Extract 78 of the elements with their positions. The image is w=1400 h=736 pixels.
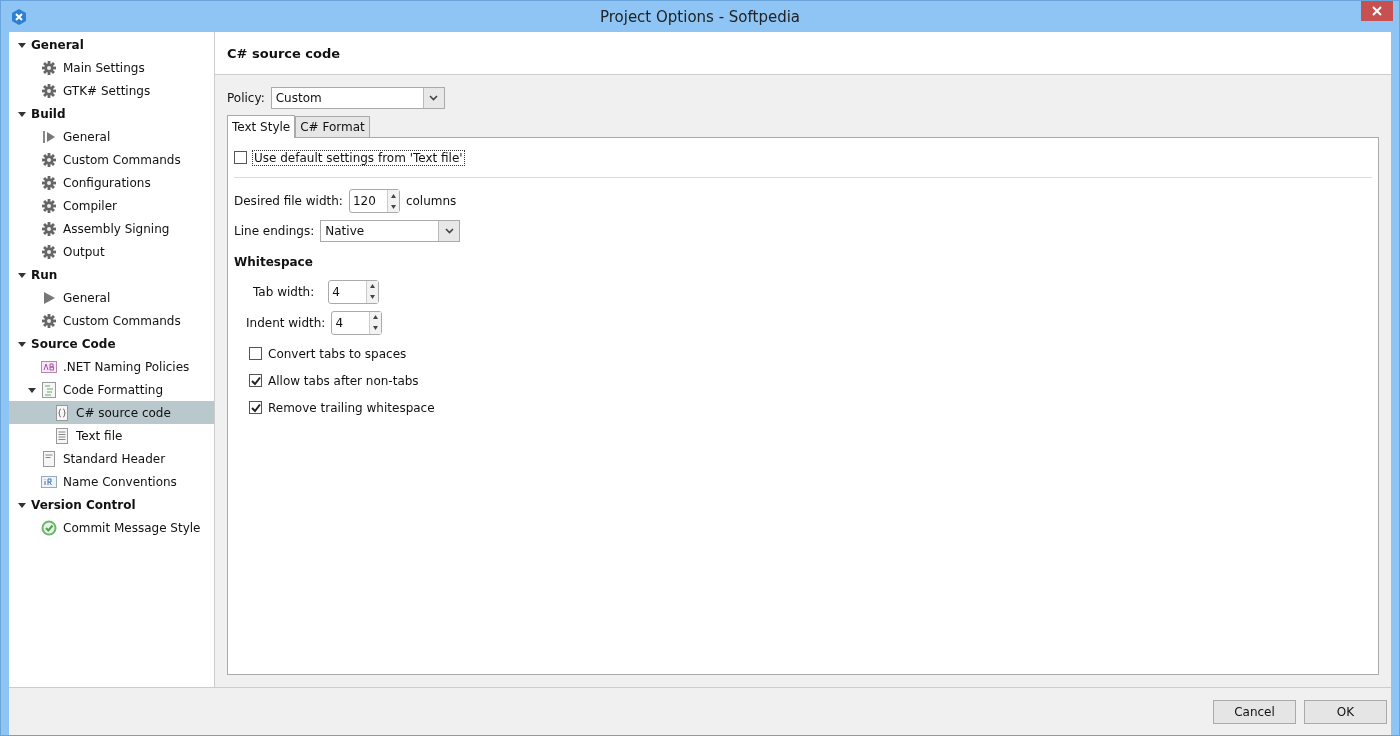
policy-label: Policy: (227, 91, 265, 105)
tree-item[interactable]: General (9, 286, 214, 309)
gear-icon (41, 82, 57, 99)
tree-item[interactable]: .NET Naming Policies (9, 355, 214, 378)
unit-label: columns (405, 194, 457, 208)
number-field[interactable]: 120 (348, 189, 400, 213)
window-title: Project Options - Softpedia (599, 7, 801, 26)
gear-icon (41, 174, 57, 191)
dialog-button[interactable]: Cancel (1213, 699, 1296, 724)
tree-item[interactable]: Name Conventions (9, 470, 214, 493)
checkbox[interactable] (249, 401, 262, 414)
play-icon (41, 289, 57, 306)
dropdown[interactable]: Custom (270, 87, 445, 109)
tree-item[interactable]: C# source code (9, 401, 214, 424)
checkbox[interactable] (234, 151, 247, 164)
field-label: Tab width: (253, 284, 315, 299)
field-label: Line endings: (234, 224, 315, 238)
tree-group[interactable]: Source Code (9, 332, 214, 355)
document-icon (41, 381, 57, 398)
gear-icon (41, 197, 57, 214)
checkbox-label[interactable]: Use default settings from 'Text file' (253, 150, 464, 165)
tree-item[interactable]: Assembly Signing (9, 217, 214, 240)
play-icon (41, 128, 57, 145)
checkbox[interactable] (249, 347, 262, 360)
field-label: Desired file width: (234, 194, 343, 208)
document-icon (41, 450, 57, 467)
field-label: Indent width: (246, 315, 326, 330)
up-arrow-icon[interactable] (373, 315, 379, 319)
dialog-button[interactable]: OK (1304, 699, 1387, 724)
number-field[interactable]: 4 (328, 279, 380, 304)
tree-item[interactable]: Code Formatting (9, 378, 214, 401)
gear-icon (41, 243, 57, 260)
text-icon (41, 358, 57, 375)
tree-group[interactable]: Build (9, 102, 214, 125)
checkbox-label[interactable]: Allow tabs after non-tabs (268, 373, 419, 388)
tree-item[interactable]: Commit Message Style (9, 516, 214, 539)
chevron-down-icon (444, 228, 454, 234)
page-title: C# source code (227, 45, 341, 61)
tree-item[interactable]: Configurations (9, 171, 214, 194)
tree-group[interactable]: Run (9, 263, 214, 286)
checkmark-icon (250, 375, 261, 386)
gear-icon (41, 220, 57, 237)
checkbox[interactable] (249, 374, 262, 387)
chevron-down-icon (429, 95, 439, 101)
tree-item[interactable]: Compiler (9, 194, 214, 217)
tree-item[interactable]: Standard Header (9, 447, 214, 470)
document-icon (54, 427, 70, 444)
close-button[interactable] (1361, 1, 1393, 21)
tab[interactable]: C# Format (295, 116, 370, 137)
tree-item[interactable]: Output (9, 240, 214, 263)
up-arrow-icon[interactable] (390, 193, 396, 198)
app-logo-icon (10, 7, 28, 26)
down-arrow-icon[interactable] (390, 204, 396, 209)
number-field[interactable]: 4 (331, 310, 383, 335)
tree-item[interactable]: Custom Commands (9, 309, 214, 332)
text-icon (41, 473, 57, 490)
tree-group[interactable]: General (9, 33, 214, 56)
gear-icon (41, 59, 57, 76)
check-circle-icon (41, 519, 57, 536)
tab[interactable]: Text Style (227, 115, 296, 138)
checkbox-label[interactable]: Remove trailing whitespace (268, 400, 435, 415)
tree-item[interactable]: Text file (9, 424, 214, 447)
gear-icon (41, 151, 57, 168)
section-heading: Whitespace (234, 255, 313, 269)
tree-item[interactable]: Custom Commands (9, 148, 214, 171)
braces-icon (54, 404, 70, 421)
gear-icon (41, 312, 57, 329)
tree-item[interactable]: General (9, 125, 214, 148)
dropdown[interactable]: Native (320, 220, 461, 242)
down-arrow-icon[interactable] (373, 326, 379, 330)
tree-item[interactable]: Main Settings (9, 56, 214, 79)
down-arrow-icon[interactable] (370, 295, 376, 299)
up-arrow-icon[interactable] (370, 284, 376, 288)
tree-item[interactable]: GTK# Settings (9, 79, 214, 102)
close-icon (1372, 6, 1382, 16)
tree-group[interactable]: Version Control (9, 493, 214, 516)
checkbox-label[interactable]: Convert tabs to spaces (268, 346, 407, 361)
checkmark-icon (250, 402, 261, 413)
